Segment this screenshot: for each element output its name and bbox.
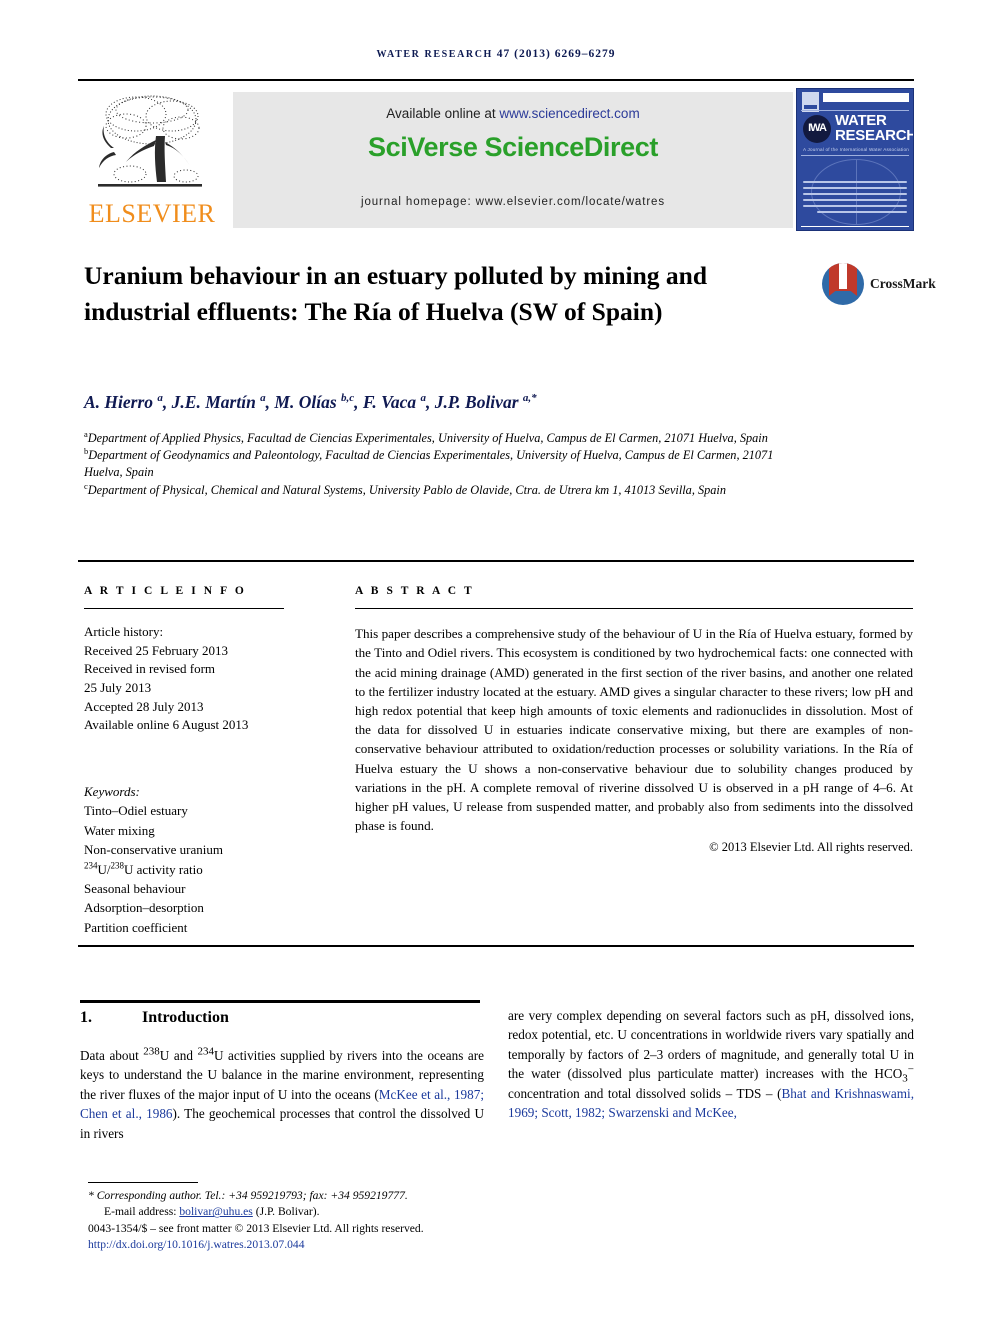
journal-cover-thumbnail: IWA WATER RESEARCH A Journal of the Inte… xyxy=(796,88,914,231)
abstract-heading: A B S T R A C T xyxy=(355,585,475,597)
article-history-item: 25 July 2013 xyxy=(84,679,152,695)
elsevier-wordmark: ELSEVIER xyxy=(88,199,216,228)
body-section-divider xyxy=(78,945,914,947)
cover-wave-4 xyxy=(803,199,907,201)
article-history-block: Article history: Received 25 February 20… xyxy=(84,623,314,735)
crossmark-label: CrossMark xyxy=(870,276,936,291)
page-title: Uranium behaviour in an estuary polluted… xyxy=(84,261,708,326)
issn-copyright-line: 0043-1354/$ – see front matter © 2013 El… xyxy=(88,1221,424,1235)
keyword-item: Tinto–Odiel estuary xyxy=(84,803,188,819)
corresponding-author-note: * Corresponding author. Tel.: +34 959219… xyxy=(88,1189,408,1202)
introduction-number: 1. xyxy=(80,1009,92,1026)
keywords-list: Tinto–Odiel estuary Water mixing Non-conse… xyxy=(84,801,314,937)
introduction-heading: 1. Introduction xyxy=(80,1009,490,1027)
iwa-logo-text: IWA xyxy=(808,122,827,134)
cover-wave-3 xyxy=(803,193,907,195)
elsevier-tree-icon xyxy=(98,95,202,187)
affiliation-list: aDepartment of Applied Physics, Facultad… xyxy=(84,430,814,499)
introduction-title: Introduction xyxy=(142,1009,229,1026)
article-history-dates: Received 25 February 2013 Received in rev… xyxy=(84,642,314,735)
cover-title-line2: RESEARCH xyxy=(835,127,914,144)
cover-rule-1 xyxy=(801,110,909,111)
cover-rule-2 xyxy=(801,155,909,156)
abstract-column: A B S T R A C T This paper describes a c… xyxy=(355,585,913,855)
article-info-column: A R T I C L E I N F O Article history: R… xyxy=(84,585,314,735)
keyword-item: 234U/238U activity ratio xyxy=(84,860,203,877)
sciverse-word: SciVerse xyxy=(368,132,478,162)
cover-wave-1 xyxy=(803,181,907,183)
sciencedirect-banner: Available online at www.sciencedirect.co… xyxy=(233,92,793,228)
article-history-label: Article history: xyxy=(84,624,164,640)
cover-bottom-bar xyxy=(801,225,909,227)
running-head: WATER RESEARCH 47 (2013) 6269–6279 xyxy=(0,48,992,60)
crossmark-badge[interactable]: CrossMark xyxy=(822,263,936,307)
header-divider xyxy=(78,79,914,81)
author-list: A. Hierro a, J.E. Martín a, M. Olías b,c… xyxy=(84,392,537,412)
email-note: E-mail address: bolivar@uhu.es (J.P. Bol… xyxy=(88,1204,608,1220)
article-info-underline xyxy=(84,608,284,610)
affiliation-item: aDepartment of Applied Physics, Facultad… xyxy=(84,428,768,445)
elsevier-logo: ELSEVIER xyxy=(78,86,228,234)
crossmark-icon xyxy=(822,263,864,305)
running-head-citation: 47 (2013) 6269–6279 xyxy=(496,48,616,60)
email-link[interactable]: bolivar@uhu.es xyxy=(179,1205,252,1218)
available-online-line: Available online at www.sciencedirect.co… xyxy=(233,106,793,121)
cover-globe-graphic xyxy=(811,159,901,225)
keyword-item: Adsorption–desorption xyxy=(84,900,204,916)
keyword-item: Water mixing xyxy=(84,822,155,838)
keywords-block: Keywords: Tinto–Odiel estuary Water mixin… xyxy=(84,782,314,937)
email-label: E-mail address: xyxy=(104,1205,180,1219)
keyword-item: Non-conservative uranium xyxy=(84,842,223,858)
keywords-label: Keywords: xyxy=(84,784,140,799)
cover-subtitle: A Journal of the International Water Ass… xyxy=(803,147,909,152)
crossmark-bookmark-notch xyxy=(839,263,847,289)
iwa-logo-icon: IWA xyxy=(803,115,831,143)
article-history-item: Available online 6 August 2013 xyxy=(84,717,249,733)
info-section-divider xyxy=(78,560,914,562)
article-history-item: Received 25 February 2013 xyxy=(84,642,229,658)
available-online-text: Available online at xyxy=(386,106,500,121)
sciencedirect-link[interactable]: www.sciencedirect.com xyxy=(499,106,639,121)
abstract-copyright: © 2013 Elsevier Ltd. All rights reserved… xyxy=(709,840,913,855)
email-suffix: (J.P. Bolivar). xyxy=(252,1205,320,1219)
article-history-item: Accepted 28 July 2013 xyxy=(84,698,204,714)
keyword-item: Seasonal behaviour xyxy=(84,881,186,897)
publisher-banner: ELSEVIER Available online at www.science… xyxy=(78,86,914,234)
affiliation-item: bDepartment of Geodynamics and Paleontol… xyxy=(84,446,774,480)
cover-wave-6 xyxy=(817,211,907,213)
sciencedirect-word: ScienceDirect xyxy=(484,132,659,162)
abstract-text: This paper describes a comprehensive stu… xyxy=(355,626,913,834)
footnote-block: * Corresponding author. Tel.: +34 959219… xyxy=(88,1188,608,1254)
cover-wave-5 xyxy=(803,205,907,207)
footnote-rule xyxy=(88,1182,198,1183)
journal-homepage-line[interactable]: journal homepage: www.elsevier.com/locat… xyxy=(233,196,793,208)
abstract-underline xyxy=(355,608,913,610)
intro-right-column: are very complex depending on several fa… xyxy=(508,1008,914,1121)
sciverse-sciencedirect-wordmark: SciVerse ScienceDirect xyxy=(233,132,793,163)
keyword-item: Partition coefficient xyxy=(84,919,188,935)
article-history-item: Received in revised form xyxy=(84,661,216,677)
cover-journal-title: WATER RESEARCH xyxy=(835,112,914,144)
doi-link[interactable]: http://dx.doi.org/10.1016/j.watres.2013.… xyxy=(88,1237,608,1253)
paper-page: WATER RESEARCH 47 (2013) 6269–6279 ELSEV… xyxy=(0,0,992,1323)
cover-wave-2 xyxy=(803,187,907,189)
running-head-journal: WATER RESEARCH xyxy=(376,49,493,60)
cover-corner-icon xyxy=(802,92,819,112)
cover-top-bar xyxy=(823,93,909,102)
article-info-heading: A R T I C L E I N F O xyxy=(84,585,247,597)
cover-title-line1: WATER xyxy=(835,112,887,129)
intro-left-column: Data about 238U and 234U activities supp… xyxy=(80,1045,484,1141)
introduction-rule xyxy=(80,1000,480,1004)
affiliation-item: cDepartment of Physical, Chemical and Na… xyxy=(84,480,726,497)
